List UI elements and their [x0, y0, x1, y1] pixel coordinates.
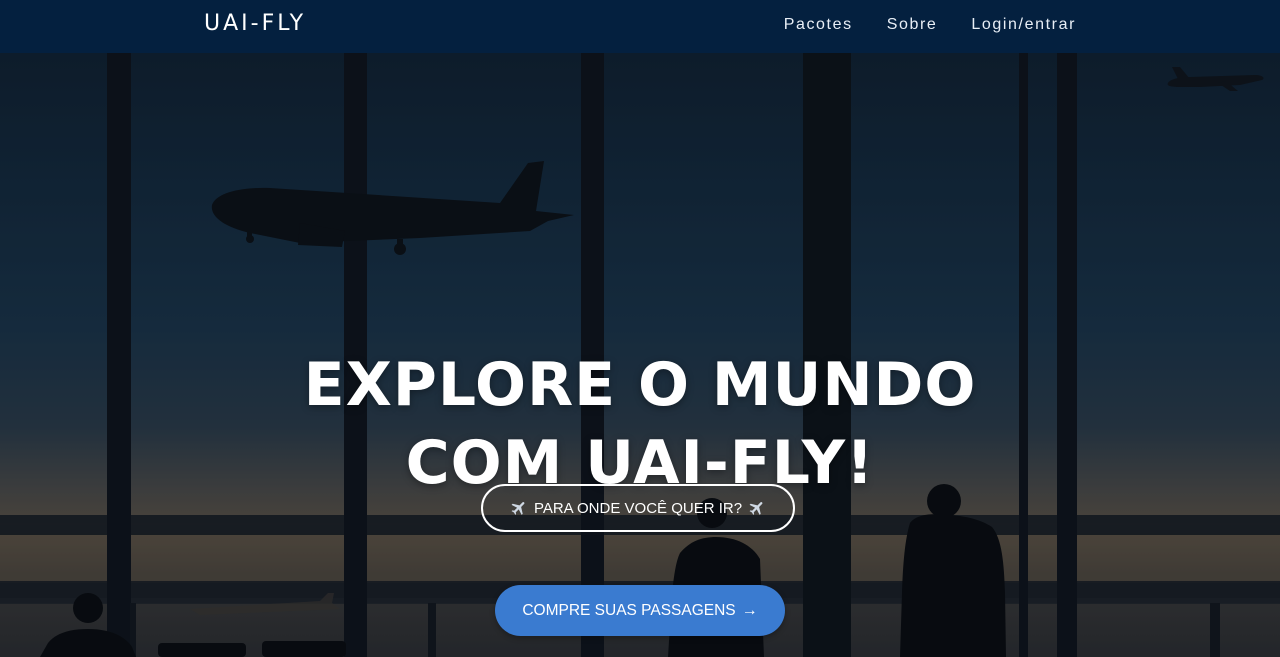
nav-link-login[interactable]: Login/entrar	[971, 16, 1076, 34]
nav-link-pacotes[interactable]: Pacotes	[784, 16, 853, 34]
hero-headline: EXPLORE O MUNDO COM UAI-FLY!	[0, 346, 1280, 502]
headline-line-1: EXPLORE O MUNDO	[303, 350, 977, 421]
buy-tickets-label: COMPRE SUAS PASSAGENS	[522, 601, 736, 619]
brand-logo[interactable]: UAI-FLY	[204, 11, 306, 36]
buy-tickets-button[interactable]: COMPRE SUAS PASSAGENS →	[495, 585, 785, 636]
destination-button-label: PARA ONDE VOCÊ QUER IR?	[533, 499, 743, 517]
navbar: UAI-FLY Pacotes Sobre Login/entrar	[0, 0, 1280, 53]
arrow-right-icon: →	[741, 601, 758, 619]
airplane-icon	[511, 502, 525, 515]
page: UAI-FLY Pacotes Sobre Login/entrar EXPLO…	[0, 0, 1280, 657]
nav-links: Pacotes Sobre Login/entrar	[784, 16, 1076, 34]
nav-link-sobre[interactable]: Sobre	[887, 16, 938, 34]
airplane-icon	[749, 502, 763, 515]
destination-button[interactable]: PARA ONDE VOCÊ QUER IR?	[481, 484, 795, 532]
